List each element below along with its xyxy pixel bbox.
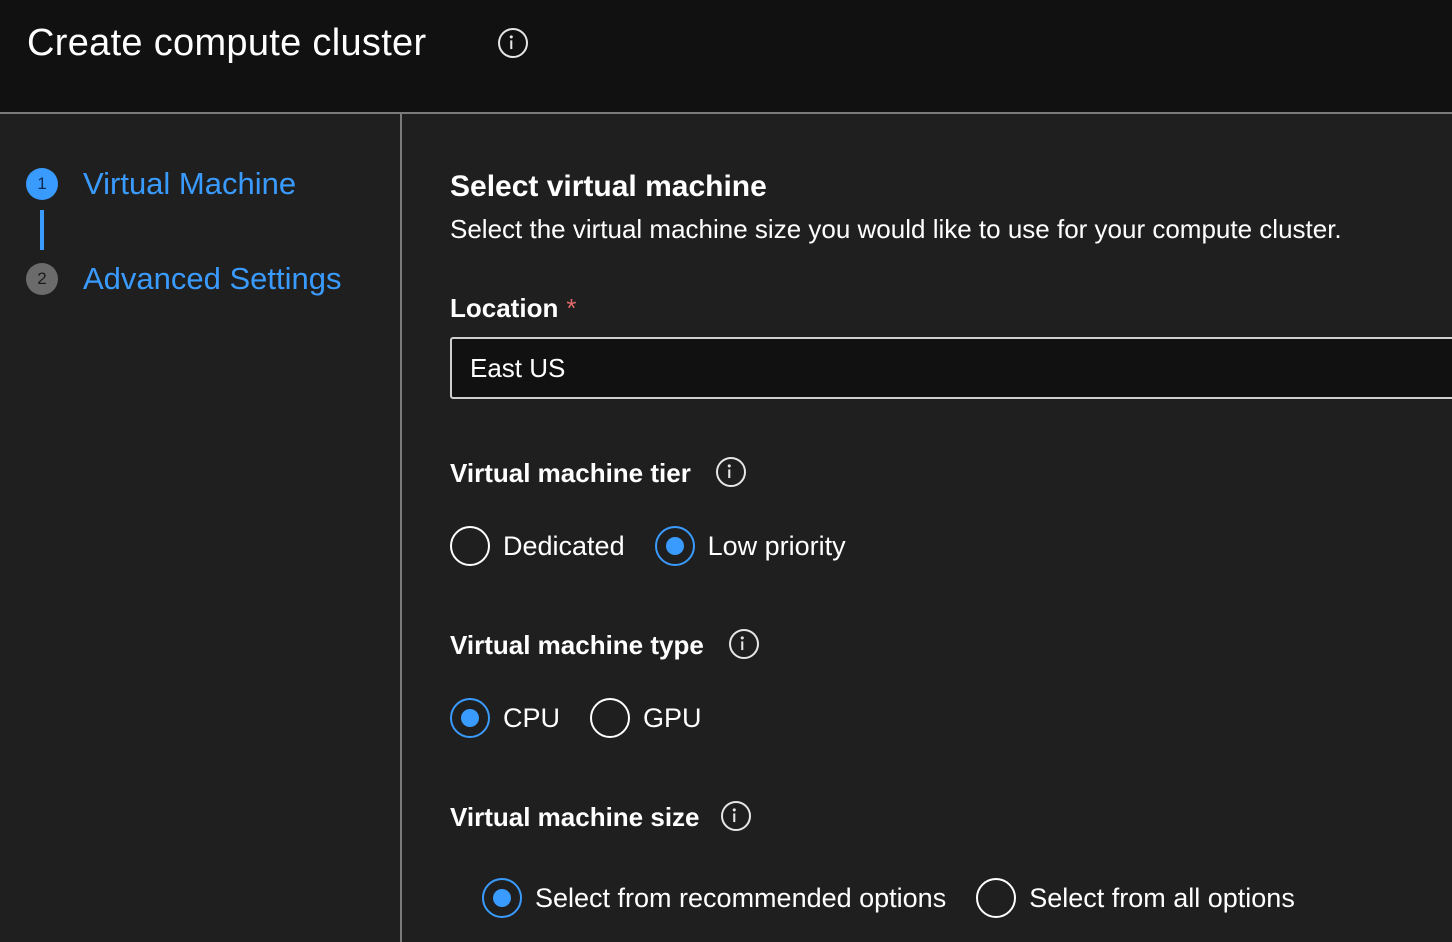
main-panel: Select virtual machine Select the virtua…: [402, 114, 1452, 942]
step-virtual-machine[interactable]: Virtual Machine: [83, 166, 296, 202]
vm-size-radio-group: Select from recommended options Select f…: [482, 878, 1295, 918]
wizard-steps: 1 Virtual Machine 2 Advanced Settings: [0, 114, 402, 942]
vm-size-label: Virtual machine size: [450, 802, 700, 833]
step-connector: [40, 210, 44, 250]
vm-size-all-radio[interactable]: [976, 878, 1017, 918]
vm-type-cpu-option[interactable]: CPU: [450, 698, 560, 738]
vm-tier-info-icon[interactable]: [716, 457, 746, 487]
info-icon[interactable]: [498, 28, 528, 58]
vm-tier-dedicated-option[interactable]: Dedicated: [450, 526, 625, 566]
vm-type-gpu-label: GPU: [643, 702, 702, 733]
vm-tier-low-priority-option[interactable]: Low priority: [654, 526, 846, 566]
vm-type-gpu-radio[interactable]: [590, 698, 631, 738]
section-title: Select virtual machine: [450, 170, 767, 203]
vm-size-info-icon[interactable]: [721, 801, 751, 831]
vm-size-recommended-radio[interactable]: [482, 878, 522, 918]
vm-size-label-text: Virtual machine size: [450, 802, 700, 832]
location-label-text: Location: [450, 293, 559, 323]
vm-tier-dedicated-radio[interactable]: [450, 526, 490, 566]
vm-size-all-label: Select from all options: [1029, 882, 1295, 913]
vm-tier-dedicated-label: Dedicated: [503, 530, 625, 561]
step-2-number: 2: [26, 263, 58, 295]
required-marker: *: [566, 293, 577, 323]
vm-tier-radio-group: Dedicated Low priority: [450, 526, 846, 566]
dialog-header: Create compute cluster: [0, 0, 1452, 114]
step-advanced-settings[interactable]: Advanced Settings: [83, 261, 342, 297]
vm-type-info-icon[interactable]: [729, 629, 759, 659]
vm-tier-label-text: Virtual machine tier: [450, 458, 691, 488]
vm-type-cpu-label: CPU: [503, 702, 561, 733]
section-description: Select the virtual machine size you woul…: [450, 214, 1342, 244]
step-1-number: 1: [26, 168, 58, 200]
vm-size-all-option[interactable]: Select from all options: [976, 878, 1295, 918]
dialog-title: Create compute cluster: [27, 22, 427, 64]
vm-type-radio-group: CPU GPU: [450, 698, 702, 738]
location-field[interactable]: [450, 337, 1452, 399]
vm-tier-low-priority-label: Low priority: [707, 530, 846, 561]
vm-type-cpu-radio[interactable]: [450, 698, 490, 738]
vm-tier-label: Virtual machine tier: [450, 458, 691, 489]
vm-size-recommended-label: Select from recommended options: [535, 882, 947, 913]
vm-tier-low-priority-radio[interactable]: [654, 526, 695, 566]
vm-size-recommended-option[interactable]: Select from recommended options: [482, 878, 946, 918]
vm-type-gpu-option[interactable]: GPU: [590, 698, 702, 738]
vm-type-label: Virtual machine type: [450, 630, 704, 661]
vm-type-label-text: Virtual machine type: [450, 630, 704, 660]
location-label: Location *: [450, 293, 576, 324]
